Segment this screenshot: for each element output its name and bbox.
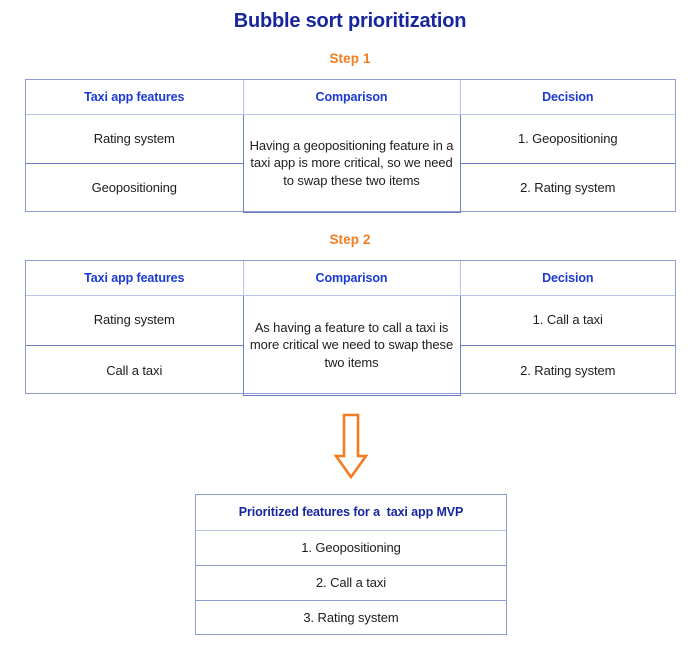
column-header-features: Taxi app features [26, 80, 244, 115]
table-row: 2. Call a taxi [196, 564, 506, 600]
result-header: Prioritized features for a taxi app MVP [196, 495, 506, 531]
column-header-comparison: Comparison [242, 261, 461, 296]
step-2-label: Step 2 [329, 232, 371, 247]
step-1-table: Taxi app features Comparison Decision Ra… [25, 79, 676, 213]
table-row: Rating system Having a geopositioning fe… [26, 113, 675, 213]
table-row: 1. Geopositioning [196, 529, 506, 565]
column-header-features: Taxi app features [26, 261, 244, 296]
column-header-decision: Decision [459, 261, 675, 296]
feature-cell: Call a taxi [26, 344, 244, 395]
table-row: 3. Rating system [196, 599, 506, 635]
table: Prioritized features for a taxi app MVP … [196, 495, 506, 635]
page-title: Bubble sort prioritization [233, 10, 467, 32]
diagram-canvas: Bubble sort prioritization Step 1 Taxi a… [0, 0, 700, 649]
feature-cell: Geopositioning [26, 162, 244, 212]
decision-cell: 2. Rating system [459, 344, 675, 395]
table-header-row: Taxi app features Comparison Decision [26, 261, 675, 296]
table-header-row: Taxi app features Comparison Decision [26, 80, 675, 115]
column-header-comparison: Comparison [242, 80, 461, 115]
decision-cell: 1. Geopositioning [459, 113, 675, 164]
table: Taxi app features Comparison Decision Ra… [26, 261, 675, 396]
arrow-down-icon [333, 413, 369, 480]
comparison-cell: As having a feature to call a taxi is mo… [242, 294, 461, 396]
column-header-decision: Decision [459, 80, 675, 115]
result-item: 2. Call a taxi [196, 564, 506, 600]
feature-cell: Rating system [26, 294, 244, 346]
decision-cell: 1. Call a taxi [459, 294, 675, 346]
result-item: 3. Rating system [196, 599, 506, 635]
result-item: 1. Geopositioning [196, 529, 506, 565]
table-row: Rating system As having a feature to cal… [26, 294, 675, 396]
result-table: Prioritized features for a taxi app MVP … [195, 494, 507, 635]
table-header-row: Prioritized features for a taxi app MVP [196, 495, 506, 531]
step-2-table: Taxi app features Comparison Decision Ra… [25, 260, 676, 396]
comparison-cell: Having a geopositioning feature in a tax… [242, 113, 461, 213]
step-1-label: Step 1 [329, 51, 371, 66]
table: Taxi app features Comparison Decision Ra… [26, 80, 675, 213]
feature-cell: Rating system [26, 113, 244, 164]
decision-cell: 2. Rating system [459, 162, 675, 212]
